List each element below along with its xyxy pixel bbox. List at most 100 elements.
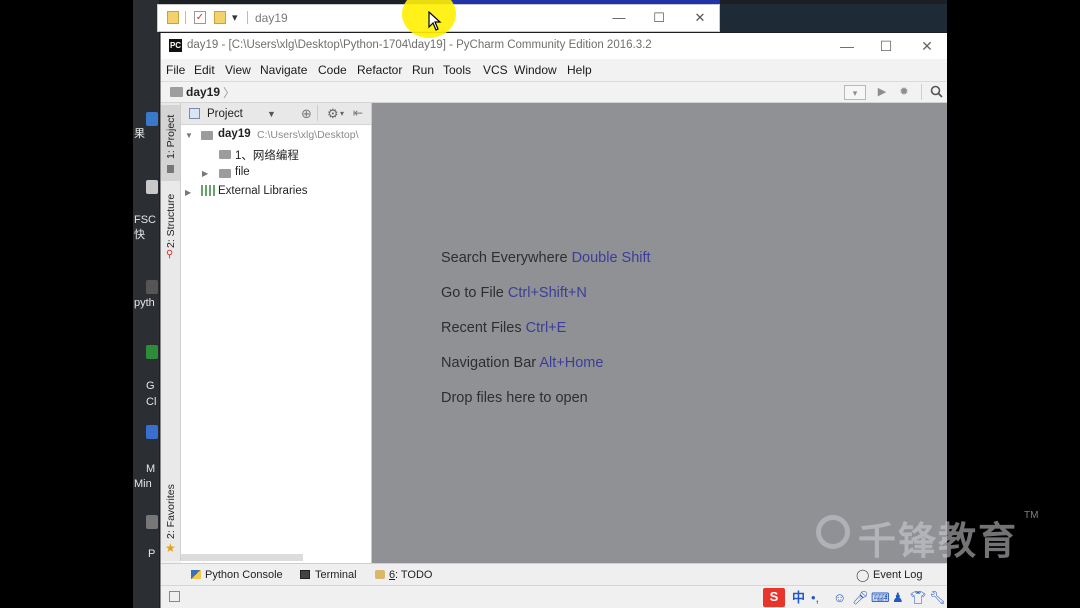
properties-icon[interactable]: ✓: [194, 11, 206, 24]
tab-project[interactable]: 1: Project: [165, 115, 177, 159]
tree-item[interactable]: External Libraries: [218, 185, 307, 197]
project-view-selector[interactable]: Project: [207, 108, 243, 120]
collapse-arrow-icon[interactable]: ▼: [185, 131, 193, 140]
project-panel: Project ▼ ⊕ ⚙ ▾ ⇤ ▼ day19 C:\Users\xlg\D…: [181, 103, 372, 563]
minimize-button[interactable]: —: [836, 37, 858, 55]
folder-icon: [201, 131, 213, 140]
hint-drop-files: Drop files here to open: [441, 390, 588, 406]
favorites-star-icon: ★: [165, 541, 176, 555]
desktop-app-icon[interactable]: [146, 425, 158, 439]
watermark-logo-icon: [816, 515, 850, 549]
menu-file[interactable]: File: [166, 63, 185, 77]
menu-navigate[interactable]: Navigate: [260, 63, 307, 77]
menu-window[interactable]: Window: [514, 63, 557, 77]
menu-view[interactable]: View: [225, 63, 251, 77]
hint-shortcut: Double Shift: [571, 250, 651, 266]
tree-item[interactable]: 1、网络编程: [235, 147, 299, 163]
editor-empty-area[interactable]: Search Everywhere Double Shift Go to Fil…: [372, 103, 947, 563]
menu-edit[interactable]: Edit: [194, 63, 215, 77]
separator: [317, 105, 318, 121]
explorer-maximize-button[interactable]: ☐: [649, 10, 669, 26]
menu-help[interactable]: Help: [567, 63, 592, 77]
ime-lang-indicator[interactable]: 中: [792, 589, 805, 606]
skin-icon[interactable]: 👕︎: [910, 589, 927, 606]
quick-access-dropdown-icon[interactable]: ▾: [232, 11, 238, 24]
close-button[interactable]: ✕: [916, 37, 938, 55]
maximize-button[interactable]: ☐: [875, 37, 897, 55]
chevron-down-icon[interactable]: ▼: [267, 109, 276, 119]
chevron-down-icon[interactable]: ▾: [340, 109, 344, 118]
python-console-tab[interactable]: Python Console: [205, 569, 283, 581]
menu-code[interactable]: Code: [318, 63, 347, 77]
expand-arrow-icon[interactable]: ▶: [202, 169, 208, 178]
watermark-trademark: TM: [1024, 510, 1039, 521]
menu-vcs[interactable]: VCS: [483, 63, 508, 77]
run-icon[interactable]: ▶: [875, 85, 889, 100]
desktop-app-icon[interactable]: [146, 280, 158, 294]
tab-structure[interactable]: 2: Structure: [165, 194, 177, 248]
desktop-label: 果: [134, 128, 145, 140]
desktop-label: G: [146, 380, 155, 392]
keyboard-icon[interactable]: ⌨: [871, 589, 890, 606]
terminal-icon: [300, 570, 310, 579]
desktop-app-icon[interactable]: [146, 112, 158, 126]
sogou-logo-icon[interactable]: S: [763, 588, 785, 607]
explorer-minimize-button[interactable]: —: [609, 10, 629, 26]
scroll-from-source-icon[interactable]: ⊕: [301, 106, 312, 122]
desktop-label: M: [146, 463, 156, 475]
desktop-label: FSC: [134, 214, 156, 226]
tools-icon[interactable]: 🔧︎: [929, 589, 946, 606]
desktop-app-icon[interactable]: [146, 180, 158, 194]
hint-navigation-bar: Navigation Bar Alt+Home: [441, 355, 603, 371]
emoji-icon[interactable]: ☺: [833, 589, 846, 606]
horizontal-scrollbar[interactable]: [181, 554, 303, 561]
hint-go-to-file: Go to File Ctrl+Shift+N: [441, 285, 587, 301]
library-icon: [201, 185, 215, 196]
navigation-bar: day19 〉 ▾ ▶ ✹: [161, 81, 947, 103]
watermark-text: 千锋教育: [858, 521, 1019, 563]
tree-root-path: C:\Users\xlg\Desktop\: [257, 129, 359, 141]
structure-tab-icon: ⚲: [166, 249, 174, 260]
debug-icon[interactable]: ✹: [896, 85, 912, 100]
event-log-icon: ◯: [856, 568, 870, 582]
event-log-tab[interactable]: Event Log: [873, 569, 923, 581]
desktop-label: P: [148, 548, 156, 560]
folder-icon: [219, 150, 231, 159]
gear-icon[interactable]: ⚙: [327, 106, 339, 122]
tree-item[interactable]: file: [235, 166, 250, 178]
project-panel-header: Project ▼ ⊕ ⚙ ▾ ⇤: [181, 103, 371, 125]
menu-bar: File Edit View Navigate Code Refactor Ru…: [161, 59, 947, 81]
microphone-icon[interactable]: 🎤︎: [852, 589, 869, 606]
hide-panel-icon[interactable]: ⇤: [353, 106, 363, 120]
menu-tools[interactable]: Tools: [443, 63, 471, 77]
tool-windows-toggle-icon[interactable]: [169, 591, 180, 602]
tree-root-name[interactable]: day19: [218, 128, 251, 140]
breadcrumb-day19[interactable]: day19: [186, 85, 220, 99]
breadcrumb-chevron-icon: 〉: [223, 86, 236, 100]
project-tab-icon: [167, 165, 174, 173]
expand-arrow-icon[interactable]: ▶: [185, 188, 191, 197]
explorer-close-button[interactable]: ✕: [690, 10, 710, 26]
separator: [247, 11, 248, 24]
separator: [921, 84, 922, 100]
desktop-app-icon[interactable]: [146, 345, 158, 359]
todo-tab[interactable]: : TODO: [395, 569, 433, 581]
hint-shortcut: Ctrl+Shift+N: [507, 285, 587, 301]
hint-text: Navigation Bar: [441, 355, 537, 371]
tab-favorites[interactable]: 2: Favorites: [165, 484, 177, 539]
separator: [185, 11, 186, 24]
title-bar[interactable]: PC day19 - [C:\Users\xlg\Desktop\Python-…: [161, 33, 947, 59]
menu-refactor[interactable]: Refactor: [357, 63, 402, 77]
todo-icon: [375, 570, 385, 579]
desktop-app-icon[interactable]: [146, 515, 158, 529]
bottom-tool-bar: Python Console Terminal 6 : TODO ◯ Event…: [161, 563, 947, 585]
new-folder-icon[interactable]: [214, 11, 226, 24]
menu-run[interactable]: Run: [412, 63, 434, 77]
window-title: day19 - [C:\Users\xlg\Desktop\Python-170…: [187, 39, 652, 51]
ime-punct-indicator[interactable]: •,: [811, 589, 819, 606]
user-icon[interactable]: ♟: [892, 589, 904, 606]
run-config-dropdown[interactable]: ▾: [844, 85, 866, 100]
hint-text: Search Everywhere: [441, 250, 568, 266]
search-icon[interactable]: [929, 85, 943, 100]
terminal-tab[interactable]: Terminal: [315, 569, 357, 581]
